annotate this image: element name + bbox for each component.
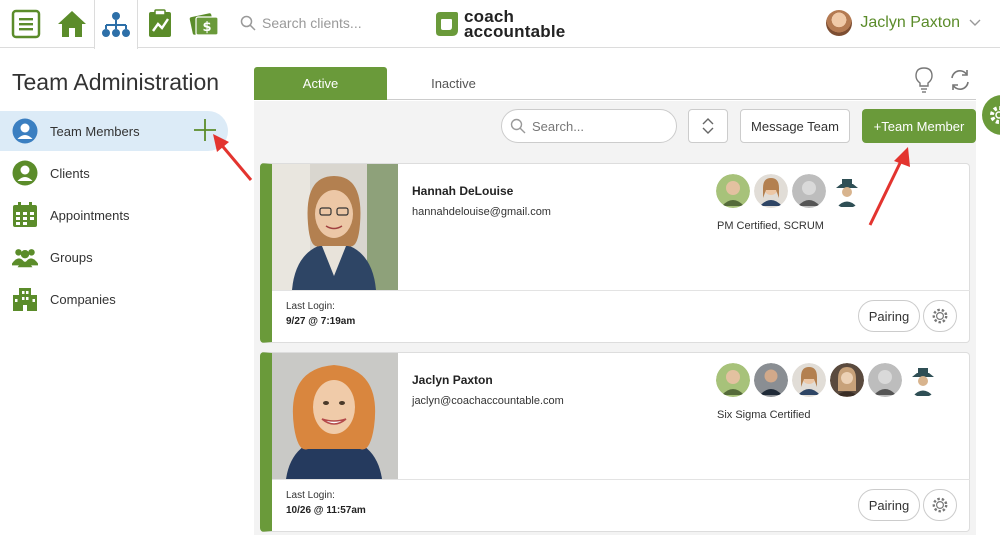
gear-icon (990, 106, 1000, 124)
user-icon (12, 118, 38, 144)
member-name[interactable]: Jaclyn Paxton (412, 373, 493, 387)
avatar[interactable] (754, 363, 788, 397)
gear-icon (932, 497, 948, 513)
avatar[interactable] (716, 174, 750, 208)
tab-inactive[interactable]: Inactive (387, 67, 520, 100)
paired-avatars (716, 363, 940, 397)
search-icon (510, 118, 526, 134)
member-photo (272, 353, 398, 479)
list-toolbar: Message Team +Team Member (254, 101, 976, 153)
main-content: Active Inactive Search... Message Team +… (254, 49, 1000, 535)
message-team-button[interactable]: Message Team (740, 109, 850, 143)
avatar[interactable] (792, 174, 826, 208)
top-bar: $ coach accountable Jaclyn Paxton (0, 0, 1000, 49)
member-search-input[interactable] (532, 118, 662, 134)
last-login-value: 10/26 @ 11:57am (286, 505, 366, 516)
member-card: Jaclyn Paxton jaclyn@coachaccountable.co… (260, 352, 970, 532)
member-card-footer: Last Login: 9/27 @ 7:19am Pairing (272, 290, 970, 343)
tips-button[interactable] (914, 67, 934, 98)
plus-icon (194, 119, 216, 141)
sidebar-item-label: Team Members (50, 123, 140, 139)
last-login-value: 9/27 @ 7:19am (286, 316, 356, 327)
user-name: Jaclyn Paxton (860, 14, 960, 31)
avatar[interactable] (868, 363, 902, 397)
member-tags: Six Sigma Certified (717, 409, 811, 421)
add-team-member-plus-button[interactable] (192, 117, 218, 143)
member-photo (272, 164, 398, 290)
member-card-footer: Last Login: 10/26 @ 11:57am Pairing (272, 479, 970, 532)
avatar[interactable] (716, 363, 750, 397)
team-button[interactable] (94, 0, 138, 49)
menu-button[interactable] (4, 0, 48, 48)
search-icon (240, 15, 256, 31)
leaf-logo-icon (436, 12, 458, 36)
person-icon (12, 160, 38, 186)
sidebar-item-groups[interactable]: Groups (0, 237, 228, 277)
refresh-button[interactable] (948, 68, 972, 97)
pairing-button[interactable]: Pairing (858, 300, 920, 332)
menu-icon (11, 9, 41, 39)
user-avatar (826, 10, 853, 36)
client-search[interactable] (240, 12, 420, 34)
brand-logo: coach accountable (432, 8, 566, 41)
sidebar-item-label: Appointments (50, 207, 130, 223)
money-icon: $ (189, 13, 219, 36)
member-name[interactable]: Hannah DeLouise (412, 184, 513, 198)
tab-toolbar-icons (914, 67, 972, 98)
member-email: jaclyn@coachaccountable.com (412, 395, 564, 407)
sidebar: Team Administration Team Members Clients… (0, 49, 240, 535)
brand-name-line2: accountable (464, 22, 566, 41)
sort-chevrons-icon (702, 118, 714, 134)
svg-text:$: $ (202, 20, 211, 35)
sidebar-item-clients[interactable]: Clients (0, 153, 228, 193)
sidebar-item-label: Companies (50, 291, 116, 307)
client-search-input[interactable] (262, 15, 412, 31)
org-chart-icon (102, 11, 130, 37)
group-icon (12, 244, 38, 270)
chevron-down-icon (969, 19, 981, 26)
sidebar-item-label: Groups (50, 249, 93, 265)
avatar[interactable] (754, 174, 788, 208)
home-icon (58, 11, 86, 37)
member-card: Hannah DeLouise hannahdelouise@gmail.com… (260, 163, 970, 343)
billing-button[interactable]: $ (182, 0, 226, 48)
member-search[interactable] (501, 109, 677, 143)
sort-toggle-button[interactable] (688, 109, 728, 143)
status-tabs: Active Inactive (254, 67, 976, 100)
last-login-label: Last Login: (286, 490, 335, 501)
sidebar-item-team-members[interactable]: Team Members (0, 111, 228, 151)
pairing-button[interactable]: Pairing (858, 489, 920, 521)
user-menu[interactable]: Jaclyn Paxton (826, 10, 982, 36)
sidebar-item-label: Clients (50, 165, 90, 181)
refresh-icon (951, 70, 969, 90)
avatar[interactable] (792, 363, 826, 397)
settings-tab-button[interactable] (982, 95, 1000, 135)
home-button[interactable] (50, 0, 94, 48)
calendar-icon (12, 202, 38, 228)
paired-avatars (716, 174, 864, 208)
avatar[interactable] (906, 363, 940, 397)
last-login-label: Last Login: (286, 301, 335, 312)
member-settings-button[interactable] (923, 300, 957, 332)
clipboard-chart-icon (149, 9, 171, 37)
tab-active[interactable]: Active (254, 67, 387, 100)
sidebar-item-companies[interactable]: Companies (0, 279, 228, 319)
member-email: hannahdelouise@gmail.com (412, 206, 551, 218)
member-settings-button[interactable] (923, 489, 957, 521)
sidebar-item-appointments[interactable]: Appointments (0, 195, 228, 235)
avatar[interactable] (830, 174, 864, 208)
reports-button[interactable] (138, 0, 182, 48)
member-tags: PM Certified, SCRUM (717, 220, 824, 232)
building-icon (12, 286, 38, 312)
member-list: Hannah DeLouise hannahdelouise@gmail.com… (254, 153, 976, 535)
add-team-member-button[interactable]: +Team Member (862, 109, 976, 143)
lightbulb-icon (915, 67, 933, 93)
page-title: Team Administration (12, 69, 220, 95)
avatar[interactable] (830, 363, 864, 397)
gear-icon (932, 308, 948, 324)
